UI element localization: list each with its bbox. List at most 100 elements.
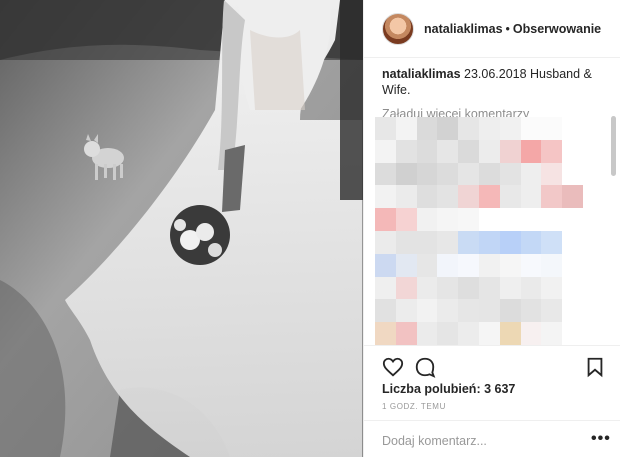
pixel-block <box>520 322 542 345</box>
comment-icon[interactable] <box>414 356 436 378</box>
pixel-block <box>562 253 583 277</box>
pixel-block <box>478 117 500 140</box>
pixel-block <box>478 208 500 231</box>
pixel-block <box>499 162 521 186</box>
pixel-block <box>541 139 563 163</box>
pixel-block <box>395 117 417 140</box>
pixel-block <box>437 117 459 140</box>
pixel-block <box>562 139 583 163</box>
pixel-block <box>520 139 542 163</box>
header-username[interactable]: nataliaklimas <box>424 22 503 36</box>
caption: nataliaklimas 23.06.2018 Husband & Wife. <box>382 66 604 98</box>
post-photo[interactable] <box>0 0 363 457</box>
pixel-block <box>416 185 438 209</box>
pixel-block <box>499 117 521 140</box>
pixel-block <box>478 162 500 186</box>
pixel-block <box>395 299 417 323</box>
pixel-block <box>375 322 396 345</box>
pixel-block <box>520 276 542 300</box>
pixel-block <box>375 253 396 277</box>
pixel-block <box>541 276 563 300</box>
pixel-block <box>478 230 500 254</box>
pixelated-comments <box>375 117 583 345</box>
pixel-block <box>416 322 438 345</box>
pixel-block <box>416 117 438 140</box>
pixel-block <box>520 117 542 140</box>
header-text: nataliaklimas • Obserwowanie <box>424 22 601 36</box>
pixel-block <box>416 276 438 300</box>
pixel-block <box>562 322 583 345</box>
heart-icon[interactable] <box>382 356 404 378</box>
pixel-block <box>375 117 396 140</box>
pixel-block <box>437 253 459 277</box>
pixel-block <box>499 276 521 300</box>
pixel-block <box>416 208 438 231</box>
pixel-block <box>437 230 459 254</box>
follow-status-button[interactable]: Obserwowanie <box>513 22 601 36</box>
pixel-block <box>520 185 542 209</box>
pixel-block <box>437 208 459 231</box>
pixel-block <box>458 253 479 277</box>
pixel-block <box>416 230 438 254</box>
avatar[interactable] <box>382 12 414 45</box>
likes-count[interactable]: Liczba polubień: 3 637 <box>382 382 515 396</box>
pixel-block <box>375 139 396 163</box>
pixel-block <box>395 253 417 277</box>
pixel-block <box>375 185 396 209</box>
comments-area: nataliaklimas 23.06.2018 Husband & Wife.… <box>382 66 604 122</box>
pixel-block <box>437 299 459 323</box>
pixel-block <box>520 299 542 323</box>
pixel-block <box>416 162 438 186</box>
pixel-block <box>541 162 563 186</box>
pixel-block <box>375 276 396 300</box>
pixel-block <box>520 162 542 186</box>
actions-bar: Liczba polubień: 3 637 1 GODZ. TEMU Doda… <box>364 345 620 458</box>
post-side-panel: nataliaklimas • Obserwowanie nataliaklimas… <box>363 0 620 457</box>
pixel-block <box>395 230 417 254</box>
pixel-block <box>375 208 396 231</box>
pixel-block <box>437 185 459 209</box>
pixel-block <box>395 185 417 209</box>
caption-username[interactable]: nataliaklimas <box>382 67 461 81</box>
add-comment-bar: Dodaj komentarz... ••• <box>364 420 620 458</box>
pixel-block <box>562 185 583 209</box>
bookmark-icon[interactable] <box>584 356 606 378</box>
pixel-block <box>478 139 500 163</box>
pixel-block <box>541 253 563 277</box>
pixel-block <box>499 299 521 323</box>
pixel-block <box>541 322 563 345</box>
pixel-block <box>395 162 417 186</box>
pixel-block <box>541 117 563 140</box>
pixel-block <box>395 322 417 345</box>
pixel-block <box>562 162 583 186</box>
pixel-block <box>562 230 583 254</box>
pixel-block <box>562 117 583 140</box>
post-time[interactable]: 1 GODZ. TEMU <box>382 402 446 411</box>
pixel-block <box>499 185 521 209</box>
pixel-block <box>562 276 583 300</box>
pixel-block <box>499 139 521 163</box>
pixel-block <box>478 276 500 300</box>
pixel-block <box>520 253 542 277</box>
pixel-block <box>520 208 542 231</box>
more-options-icon[interactable]: ••• <box>591 430 611 448</box>
pixel-block <box>458 139 479 163</box>
pixel-block <box>416 253 438 277</box>
pixel-block <box>375 299 396 323</box>
pixel-block <box>437 162 459 186</box>
pixel-block <box>520 230 542 254</box>
comments-scrollbar[interactable] <box>611 116 616 176</box>
pixel-block <box>437 322 459 345</box>
pixel-block <box>541 299 563 323</box>
pixel-block <box>458 208 479 231</box>
pixel-block <box>562 208 583 231</box>
post-header: nataliaklimas • Obserwowanie <box>364 0 620 58</box>
header-separator: • <box>505 21 510 36</box>
pixel-block <box>478 322 500 345</box>
pixel-block <box>499 230 521 254</box>
pixel-block <box>541 230 563 254</box>
pixel-block <box>458 230 479 254</box>
add-comment-input[interactable]: Dodaj komentarz... <box>382 434 487 448</box>
pixel-block <box>395 208 417 231</box>
pixel-block <box>375 162 396 186</box>
